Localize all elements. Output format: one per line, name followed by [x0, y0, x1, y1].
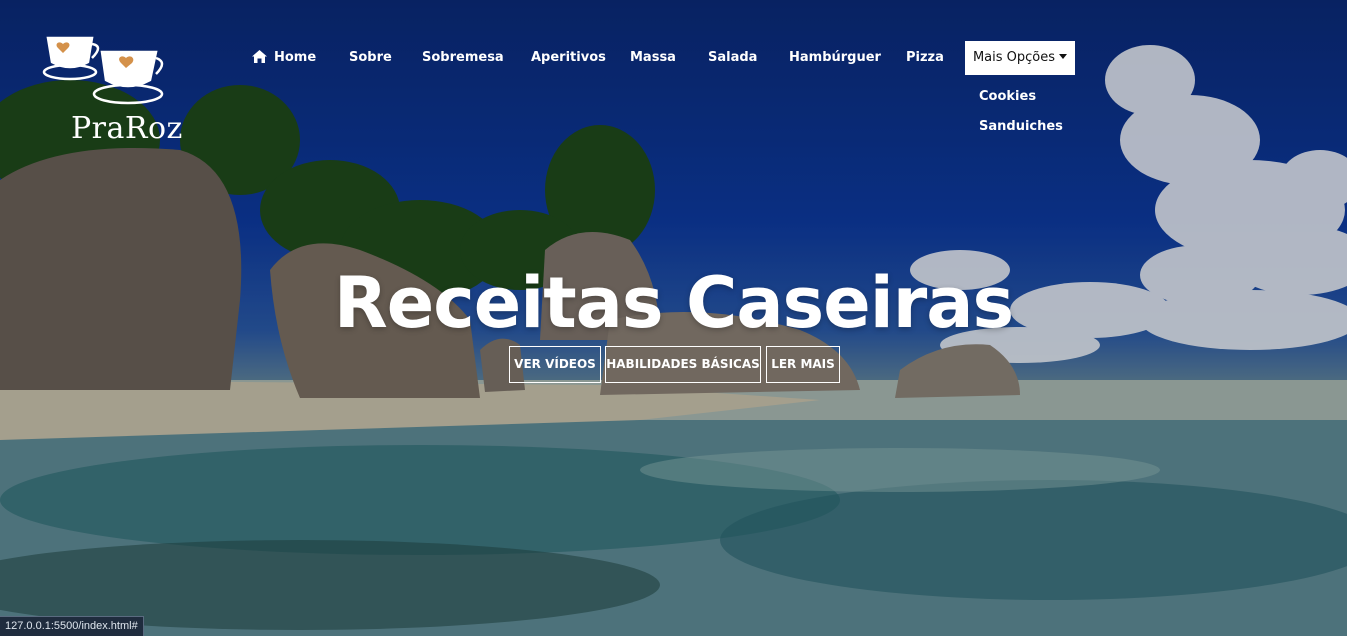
nav-item-aperitivos[interactable]: Aperitivos — [531, 41, 606, 75]
nav-item-pizza[interactable]: Pizza — [906, 41, 944, 75]
more-options-dropdown: Cookies Sanduiches — [979, 88, 1063, 148]
home-icon — [252, 49, 267, 63]
nav-item-massa[interactable]: Massa — [630, 41, 676, 75]
nav-item-label: Home — [274, 50, 317, 65]
hero-title: Receitas Caseiras — [333, 262, 1014, 344]
caret-down-icon — [1059, 54, 1068, 59]
watch-videos-button[interactable]: Ver vídeos — [509, 346, 601, 383]
more-options-button[interactable]: Mais Opções — [965, 41, 1075, 75]
more-options-label: Mais Opções — [972, 50, 1056, 65]
nav-item-salada[interactable]: Salada — [708, 41, 757, 75]
nav-item-sobremesa[interactable]: Sobremesa — [422, 41, 504, 75]
nav-item-hamburguer[interactable]: Hambúrguer — [789, 41, 881, 75]
nav-item-home[interactable]: Home — [252, 41, 316, 75]
coffee-cups-logo-icon — [42, 36, 164, 105]
read-more-button[interactable]: Ler mais — [766, 346, 840, 383]
browser-status-url: 127.0.0.1:5500/index.html# — [0, 616, 144, 636]
basic-skills-button[interactable]: Habilidades básicas — [605, 346, 761, 383]
dropdown-item-cookies[interactable]: Cookies — [979, 88, 1063, 118]
nav-item-sobre[interactable]: Sobre — [349, 41, 392, 75]
dropdown-item-sanduiches[interactable]: Sanduiches — [979, 118, 1063, 148]
brand-name[interactable]: PraRoz — [71, 111, 183, 146]
